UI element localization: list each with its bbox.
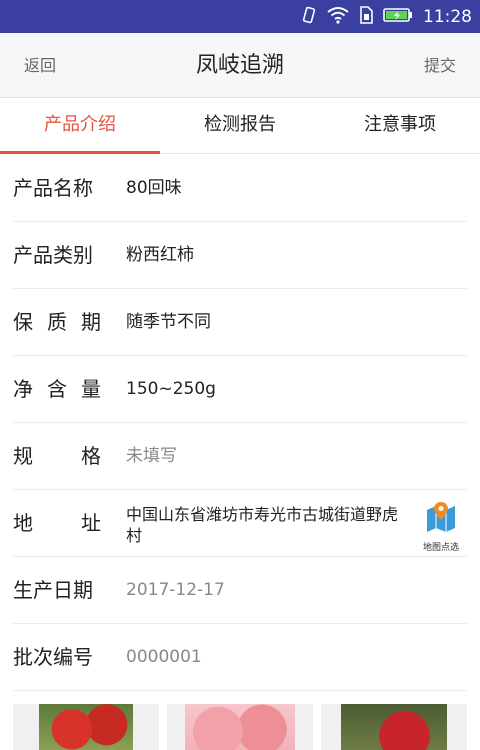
product-photo-strip [13,704,467,750]
field-label: 产品类别 [13,243,93,267]
page-title: 凤岐追溯 [195,53,284,78]
field-value: 150~250g [126,379,216,399]
tab-product-intro[interactable]: 产品介绍 [0,98,160,154]
field-value: 粉西红柿 [126,245,194,265]
field-label: 规格 [13,423,101,489]
wifi-icon [327,6,349,28]
map-pin-icon [424,502,458,538]
nav-bar: 返回 凤岐追溯 提交 [0,33,480,98]
field-value: 随季节不同 [126,312,211,332]
tomato-photo-3[interactable] [321,704,467,750]
field-label: 产品名称 [13,176,93,200]
map-pick-label: 地图点选 [422,543,459,553]
field-label-char: 含 [47,377,67,401]
field-label-char: 址 [81,511,101,535]
field-value: 80回味 [126,178,182,198]
sim-icon [359,5,373,28]
product-info-list: 产品名称 80回味 产品类别 粉西红柿 保质期 随季节不同 净含量 150~25… [0,155,480,691]
field-label-char: 地 [13,511,33,535]
tomato-photo-2[interactable] [167,704,313,750]
field-label-char: 规 [13,444,33,468]
field-row-product-name[interactable]: 产品名称 80回味 [13,155,467,222]
field-value: 0000001 [126,647,202,667]
tab-bar: 产品介绍 检测报告 注意事项 [0,98,480,154]
field-label: 生产日期 [13,578,93,602]
tab-notes[interactable]: 注意事项 [320,98,480,153]
field-label-char: 格 [81,444,101,468]
field-row-net-content[interactable]: 净含量 150~250g [13,356,467,423]
status-icons: 11:28 [301,0,472,33]
status-bar: 11:28 [0,0,480,33]
field-row-product-category[interactable]: 产品类别 粉西红柿 [13,222,467,289]
field-row-shelf-life[interactable]: 保质期 随季节不同 [13,289,467,356]
field-value: 中国山东省潍坊市寿光市古城街道野虎村 [126,505,399,545]
field-row-production-date[interactable]: 生产日期 2017-12-17 [13,557,467,624]
submit-button[interactable]: 提交 [424,33,456,98]
field-row-address[interactable]: 地址 中国山东省潍坊市寿光市古城街道野虎村 地图点选 [13,490,467,557]
clock: 11:28 [423,6,472,27]
field-label-char: 保 [13,310,33,334]
field-row-batch-number[interactable]: 批次编号 0000001 [13,624,467,691]
field-row-specification[interactable]: 规格 未填写 [13,423,467,490]
field-label-char: 期 [81,310,101,334]
field-label: 净含量 [13,356,101,422]
field-value: 未填写 [126,446,177,466]
field-label-char: 量 [81,377,101,401]
tomato-photo-1[interactable] [13,704,159,750]
tab-test-report[interactable]: 检测报告 [160,98,320,153]
field-label-char: 净 [13,377,33,401]
battery-icon [383,7,413,27]
field-label: 地址 [13,490,101,556]
map-pick-button[interactable]: 地图点选 [415,500,467,553]
field-label: 保质期 [13,289,101,355]
field-label: 批次编号 [13,645,93,669]
field-label-char: 质 [47,310,67,334]
vibrate-icon [301,6,317,28]
field-value: 2017-12-17 [126,580,225,600]
